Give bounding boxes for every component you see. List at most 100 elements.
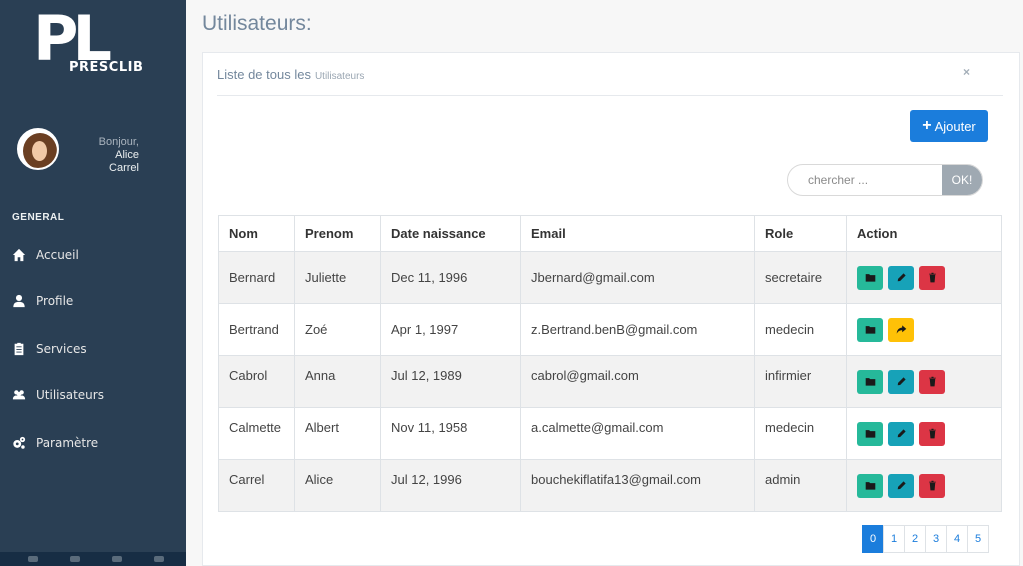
sidebar-section-title: GENERAL: [12, 212, 65, 223]
logout-icon[interactable]: [154, 556, 164, 562]
cell-nom: Calmette: [218, 407, 295, 460]
panel-heading: Liste de tous les Utilisateurs: [217, 67, 364, 82]
page-link-2[interactable]: 2: [904, 525, 926, 553]
column-header-nom[interactable]: Nom: [218, 215, 295, 252]
table-row[interactable]: Bertrand Zoé Apr 1, 1997 z.Bertrand.benB@gm…: [218, 303, 1002, 356]
edit-button[interactable]: [888, 369, 914, 394]
users-table: Nom Prenom Date naissance Email Role Act…: [218, 215, 1002, 512]
column-header-date[interactable]: Date naissance: [380, 215, 521, 252]
delete-button[interactable]: [919, 265, 945, 290]
sidebar-item-profile[interactable]: Profile: [12, 290, 73, 312]
fullscreen-icon[interactable]: [70, 556, 80, 562]
cell-role: secretaire: [754, 251, 847, 304]
lock-icon[interactable]: [112, 556, 122, 562]
search-bar: OK!: [787, 164, 983, 196]
view-button[interactable]: [857, 369, 883, 394]
view-button[interactable]: [857, 421, 883, 446]
trash-icon: [928, 428, 936, 439]
app-logo[interactable]: PL PRESCLIB: [33, 8, 144, 84]
avatar[interactable]: [17, 128, 59, 170]
pencil-icon: [897, 273, 906, 282]
panel-subheading: Utilisateurs: [314, 71, 365, 82]
cell-actions: [846, 459, 1002, 512]
column-header-email[interactable]: Email: [520, 215, 755, 252]
folder-icon: [865, 274, 875, 282]
cogs-icon: [13, 436, 26, 449]
forward-button[interactable]: [888, 317, 914, 342]
view-button[interactable]: [857, 265, 883, 290]
delete-button[interactable]: [919, 421, 945, 446]
sidebar-item-utilisateurs[interactable]: Utilisateurs: [12, 384, 104, 406]
cell-prenom: Albert: [294, 407, 381, 460]
cell-nom: Carrel: [218, 459, 295, 512]
cell-actions: [846, 407, 1002, 460]
column-header-role[interactable]: Role: [754, 215, 847, 252]
add-user-button[interactable]: + Ajouter: [910, 110, 988, 142]
page-link-1[interactable]: 1: [883, 525, 905, 553]
page-title: Utilisateurs:: [202, 12, 312, 35]
cell-role: infirmier: [754, 355, 847, 408]
user-icon: [13, 294, 25, 308]
page-link-4[interactable]: 4: [946, 525, 968, 553]
cell-date: Apr 1, 1997: [380, 303, 521, 356]
view-button[interactable]: [857, 317, 883, 342]
cell-date: Jul 12, 1989: [380, 355, 521, 408]
plus-icon: +: [922, 117, 932, 134]
cell-role: medecin: [754, 407, 847, 460]
sidebar-item-services[interactable]: Services: [12, 338, 87, 360]
table-row[interactable]: Cabrol Anna Jul 12, 1989 cabrol@gmail.com in…: [218, 355, 1002, 408]
edit-button[interactable]: [888, 265, 914, 290]
sidebar-item-label: Utilisateurs: [36, 388, 104, 402]
cell-prenom: Alice: [294, 459, 381, 512]
folder-icon: [865, 378, 875, 386]
panel-heading-text: Liste de tous les: [217, 67, 311, 82]
folder-icon: [865, 326, 875, 334]
cell-prenom: Anna: [294, 355, 381, 408]
user-profile: Bonjour, Alice Carrel: [17, 128, 177, 192]
sidebar-item-label: Profile: [36, 294, 74, 308]
user-first-name: Alice: [115, 149, 139, 161]
logo-text: PRESCLIB: [69, 60, 144, 75]
page-link-0[interactable]: 0: [862, 525, 884, 553]
cell-email: z.Bertrand.benB@gmail.com: [520, 303, 755, 356]
cell-role: admin: [754, 459, 847, 512]
page-link-3[interactable]: 3: [925, 525, 947, 553]
sidebar: PL PRESCLIB Bonjour, Alice Carrel GENERA…: [0, 0, 186, 566]
user-last-name: Carrel: [109, 162, 139, 174]
clipboard-icon: [14, 342, 24, 356]
sidebar-item-parametre[interactable]: Paramètre: [12, 432, 98, 454]
sidebar-item-accueil[interactable]: Accueil: [12, 244, 79, 266]
settings-icon[interactable]: [28, 556, 38, 562]
delete-button[interactable]: [919, 473, 945, 498]
search-input[interactable]: [788, 165, 943, 195]
search-button[interactable]: OK!: [942, 165, 982, 195]
add-user-label: Ajouter: [934, 118, 976, 134]
table-row[interactable]: Carrel Alice Jul 12, 1996 bouchekiflatifa13…: [218, 459, 1002, 512]
cell-email: Jbernard@gmail.com: [520, 251, 755, 304]
cell-email: a.calmette@gmail.com: [520, 407, 755, 460]
sidebar-footer: [0, 552, 186, 566]
pencil-icon: [897, 377, 906, 386]
table-header-row: Nom Prenom Date naissance Email Role Act…: [218, 215, 1002, 252]
page-link-5[interactable]: 5: [967, 525, 989, 553]
pencil-icon: [897, 429, 906, 438]
view-button[interactable]: [857, 473, 883, 498]
folder-icon: [865, 482, 875, 490]
user-greeting: Bonjour, Alice Carrel: [79, 136, 139, 175]
cell-actions: [846, 251, 1002, 304]
column-header-prenom[interactable]: Prenom: [294, 215, 381, 252]
table-row[interactable]: Bernard Juliette Dec 11, 1996 Jbernard@gmai…: [218, 251, 1002, 304]
cell-actions: [846, 303, 1002, 356]
edit-button[interactable]: [888, 421, 914, 446]
sidebar-item-label: Accueil: [36, 248, 79, 262]
table-row[interactable]: Calmette Albert Nov 11, 1958 a.calmette@gma…: [218, 407, 1002, 460]
edit-button[interactable]: [888, 473, 914, 498]
delete-button[interactable]: [919, 369, 945, 394]
close-icon[interactable]: ×: [963, 65, 970, 79]
pagination: 012345: [862, 525, 989, 553]
cell-nom: Bernard: [218, 251, 295, 304]
cell-role: medecin: [754, 303, 847, 356]
cell-prenom: Juliette: [294, 251, 381, 304]
users-panel: Liste de tous les Utilisateurs × + Ajoute…: [202, 52, 1020, 566]
cell-email: bouchekiflatifa13@gmail.com: [520, 459, 755, 512]
